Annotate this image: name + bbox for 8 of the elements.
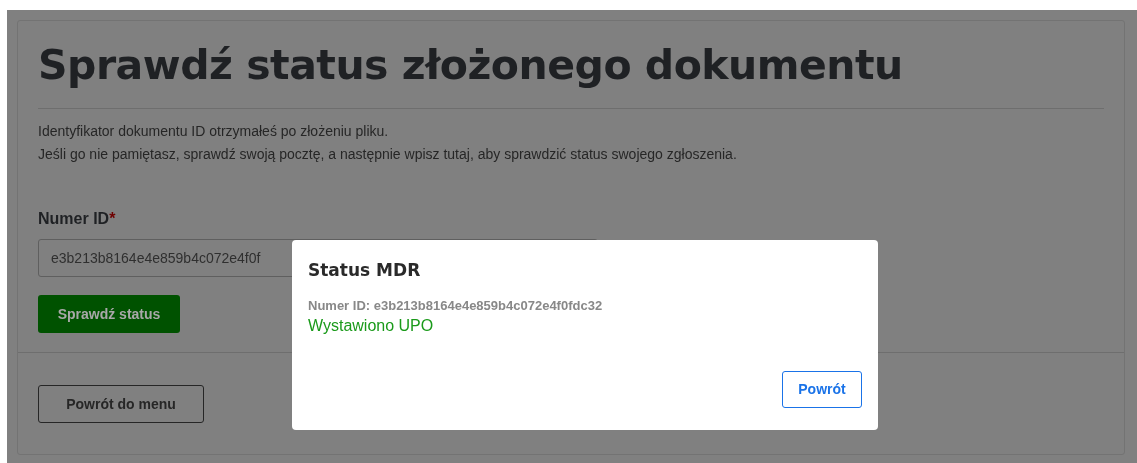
required-mark: * bbox=[109, 210, 116, 227]
field-label: Numer ID* bbox=[38, 209, 117, 229]
modal-title: Status MDR bbox=[308, 259, 422, 282]
status-text: Wystawiono UPO bbox=[308, 316, 435, 336]
document-id-text: Numer ID: e3b213b8164e4e859b4c072e4f0fdc32 bbox=[308, 297, 604, 315]
intro-text: Identyfikator dokumentu ID otrzymałeś po złożeniu pliku. bbox=[38, 122, 390, 141]
page-title: Sprawdź status złożonego dokumentu bbox=[38, 40, 904, 91]
intro-text: Jeśli go nie pamiętasz, sprawdź swoją pocztę, a następnie wpisz tutaj, aby sprawdzić status swojego zgłoszenia. bbox=[38, 145, 738, 164]
